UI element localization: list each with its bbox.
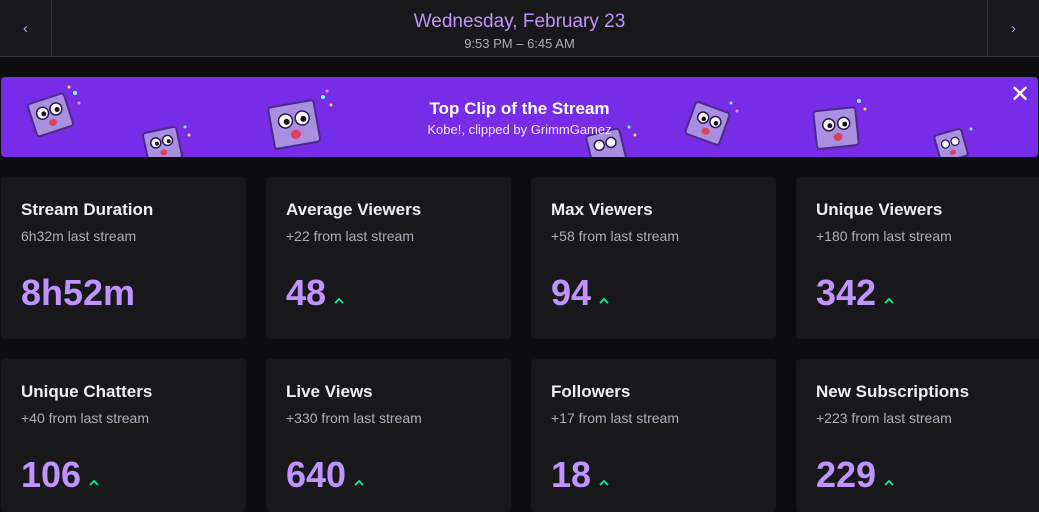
chevron-right-icon: ›	[1011, 20, 1016, 37]
trend-up-icon	[89, 479, 99, 486]
stat-title: Followers	[551, 382, 631, 401]
stat-value: 48	[286, 272, 327, 313]
trend-up-icon	[334, 297, 344, 304]
stat-card-max-viewers: Max Viewers +58 from last stream 94	[531, 177, 776, 339]
stat-card-stream-duration: Stream Duration 6h32m last stream 8h52m	[1, 177, 246, 339]
stat-card-new-subscriptions: New Subscriptions +223 from last stream …	[796, 359, 1039, 512]
stat-value: 640	[286, 454, 347, 495]
stat-comparison: +223 from last stream	[816, 410, 952, 426]
stat-card-live-views: Live Views +330 from last stream 640	[266, 359, 511, 512]
stat-title: Average Viewers	[286, 200, 422, 219]
stream-time-range: 9:53 PM – 6:45 AM	[464, 36, 575, 51]
trend-up-icon	[884, 479, 894, 486]
stat-card-followers: Followers +17 from last stream 18	[531, 359, 776, 512]
stat-title: Live Views	[286, 382, 373, 401]
date-navigation-bar: ‹ Wednesday, February 23 9:53 PM – 6:45 …	[0, 0, 1039, 57]
stat-comparison: 6h32m last stream	[21, 228, 137, 244]
next-stream-button[interactable]: ›	[987, 0, 1039, 57]
close-icon[interactable]: ✕	[1008, 83, 1032, 107]
stat-comparison: +330 from last stream	[286, 410, 422, 426]
stat-title: Max Viewers	[551, 200, 653, 219]
stat-card-average-viewers: Average Viewers +22 from last stream 48	[266, 177, 511, 339]
trend-up-icon	[599, 479, 609, 486]
stream-date-info: Wednesday, February 23 9:53 PM – 6:45 AM	[52, 0, 987, 57]
stat-value: 106	[21, 454, 82, 495]
stat-title: Unique Chatters	[21, 382, 153, 401]
trend-up-icon	[354, 479, 364, 486]
stat-value: 342	[816, 272, 877, 313]
previous-stream-button[interactable]: ‹	[0, 0, 52, 57]
trend-up-icon	[599, 297, 609, 304]
stat-comparison: +58 from last stream	[551, 228, 679, 244]
stat-value: 94	[551, 272, 592, 313]
stat-card-unique-chatters: Unique Chatters +40 from last stream 106	[1, 359, 246, 512]
stat-comparison: +22 from last stream	[286, 228, 414, 244]
top-clip-info: Top Clip of the Stream Kobe!, clipped by…	[1, 99, 1038, 138]
chevron-left-icon: ‹	[23, 20, 28, 37]
stat-title: Stream Duration	[21, 200, 154, 219]
stat-comparison: +180 from last stream	[816, 228, 952, 244]
stat-comparison: +40 from last stream	[21, 410, 149, 426]
stat-value: 18	[551, 454, 592, 495]
top-clip-heading: Top Clip of the Stream	[429, 99, 610, 118]
trend-up-icon	[884, 297, 894, 304]
stream-date: Wednesday, February 23	[413, 11, 626, 32]
stat-value: 229	[816, 454, 877, 495]
stat-title: New Subscriptions	[816, 382, 970, 401]
stat-comparison: +17 from last stream	[551, 410, 679, 426]
stat-card-unique-viewers: Unique Viewers +180 from last stream 342	[796, 177, 1039, 339]
top-clip-details: Kobe!, clipped by GrimmGamez	[427, 122, 612, 137]
stat-title: Unique Viewers	[816, 200, 943, 219]
top-clip-banner[interactable]: Top Clip of the Stream Kobe!, clipped by…	[1, 77, 1038, 157]
stat-value: 8h52m	[21, 272, 136, 313]
